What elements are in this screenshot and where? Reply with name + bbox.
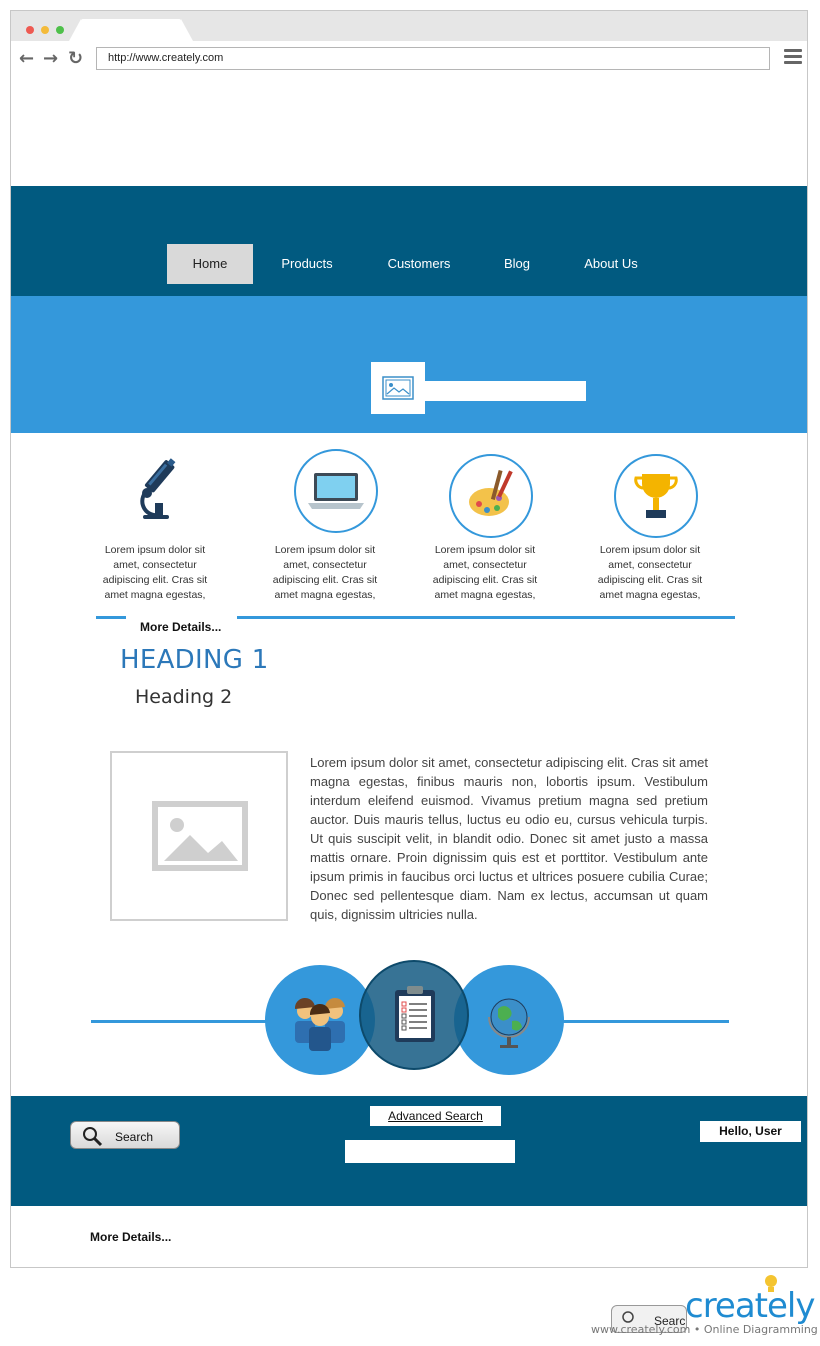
hero-image — [371, 362, 425, 414]
feature-text-1: Lorem ipsum dolor sit amet, consectetur … — [102, 544, 208, 601]
image-placeholder-icon — [152, 801, 248, 871]
forward-arrow-icon[interactable]: → — [43, 48, 58, 69]
lightbulb-icon — [765, 1275, 777, 1292]
clipboard-checklist-icon — [359, 960, 469, 1070]
feature-text-2: Lorem ipsum dolor sit amet, consectetur … — [272, 544, 378, 601]
divider — [237, 616, 735, 619]
nav-item-about-us[interactable]: About Us — [571, 244, 651, 284]
address-bar[interactable]: http://www.creately.com — [96, 47, 770, 70]
close-window-dot[interactable] — [26, 26, 34, 34]
laptop-icon — [294, 449, 378, 533]
more-details-link[interactable]: More Details... — [140, 620, 221, 634]
trophy-icon — [614, 454, 698, 538]
hero-text-bar — [425, 381, 586, 401]
creately-logo: creately — [685, 1286, 815, 1326]
browser-window: ← → ↻ http://www.creately.com Home Produ… — [10, 10, 808, 1268]
search-icon — [83, 1127, 103, 1147]
nav-item-customers[interactable]: Customers — [373, 244, 465, 284]
paint-palette-icon — [449, 454, 533, 538]
browser-tab[interactable] — [69, 19, 193, 41]
advanced-search-link[interactable]: Advanced Search — [370, 1106, 501, 1126]
connector-line — [551, 1020, 729, 1023]
hamburger-menu-icon[interactable] — [784, 49, 802, 67]
divider — [96, 616, 126, 619]
nav-item-blog[interactable]: Blog — [489, 244, 545, 284]
minimize-window-dot[interactable] — [41, 26, 49, 34]
microscope-icon — [123, 453, 183, 523]
content-image — [110, 751, 288, 921]
watermark-tagline: www.creately.com • Online Diagramming — [591, 1323, 818, 1336]
more-details-link[interactable]: More Details... — [90, 1230, 171, 1244]
maximize-window-dot[interactable] — [56, 26, 64, 34]
footer-search-input[interactable] — [345, 1140, 515, 1163]
nav-item-home[interactable]: Home — [167, 244, 253, 284]
image-placeholder-icon — [382, 376, 414, 400]
content-paragraph: Lorem ipsum dolor sit amet, consectetur … — [310, 755, 708, 922]
heading-1: HEADING 1 — [120, 645, 269, 675]
user-greeting[interactable]: Hello, User — [700, 1121, 801, 1142]
feature-text-3: Lorem ipsum dolor sit amet, consectetur … — [432, 544, 538, 601]
connector-line — [91, 1020, 281, 1023]
reload-icon[interactable]: ↻ — [68, 48, 83, 69]
nav-item-products[interactable]: Products — [267, 244, 347, 284]
back-arrow-icon[interactable]: ← — [19, 48, 34, 69]
heading-2: Heading 2 — [135, 686, 233, 708]
feature-text-4: Lorem ipsum dolor sit amet, consectetur … — [597, 544, 703, 601]
tab-bar — [11, 11, 807, 41]
globe-icon — [454, 965, 564, 1075]
search-label: Search — [115, 1130, 154, 1144]
search-button[interactable]: Search — [70, 1121, 180, 1149]
